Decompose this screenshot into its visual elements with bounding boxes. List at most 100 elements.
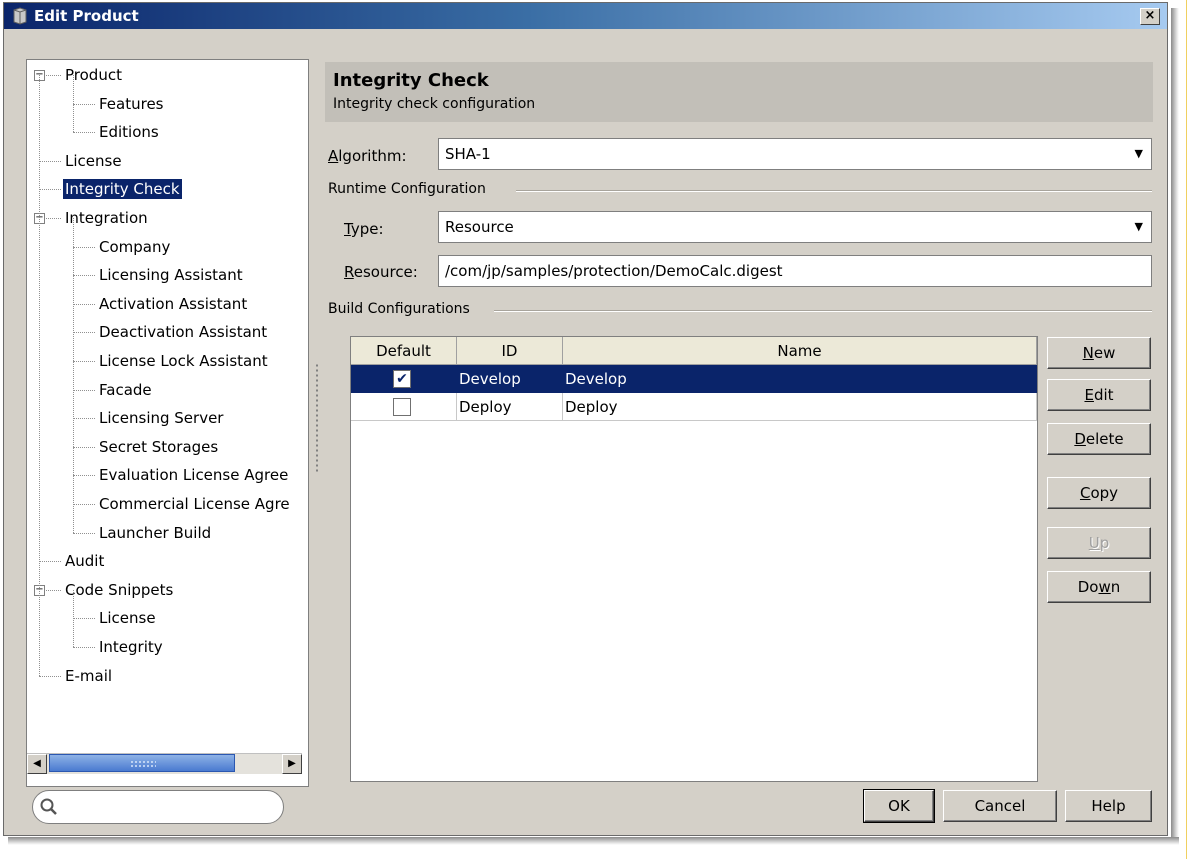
up-button[interactable]: Up [1047, 527, 1151, 559]
close-button[interactable]: × [1140, 8, 1160, 25]
product-icon [13, 7, 27, 25]
tree-item[interactable]: Editions [97, 118, 161, 146]
tree-connector [39, 160, 61, 162]
tree-connector [73, 246, 95, 248]
id-cell: Deploy [457, 393, 563, 421]
tree-item-label: Licensing Assistant [99, 266, 243, 285]
tree-connector [73, 475, 95, 477]
type-combo[interactable]: Resource ▼ [438, 211, 1152, 243]
title-bar[interactable]: Edit Product × [4, 3, 1167, 29]
tree-connector [73, 532, 95, 534]
tree-item-label: E-mail [65, 666, 113, 685]
tree-item[interactable]: Integrity Check [63, 175, 182, 203]
splitter-handle[interactable] [315, 363, 319, 473]
column-header-id[interactable]: ID [457, 337, 563, 365]
chevron-down-icon: ▼ [1134, 147, 1143, 160]
resource-field[interactable]: /com/jp/samples/protection/DemoCalc.dige… [438, 255, 1152, 287]
tree-item-label: License [65, 151, 122, 170]
tree-item[interactable]: Company [97, 233, 172, 261]
tree-horizontal-scrollbar[interactable]: ◀ ▶ [27, 753, 302, 774]
tree-connector [39, 189, 61, 191]
runtime-group-label: Runtime Configuration [328, 181, 486, 197]
cancel-button[interactable]: Cancel [943, 790, 1057, 822]
column-header-default[interactable]: Default [351, 337, 457, 365]
algorithm-value: SHA-1 [445, 145, 491, 163]
tree-item-label: Code Snippets [65, 580, 174, 599]
resource-value: /com/jp/samples/protection/DemoCalc.dige… [445, 262, 783, 280]
tree-connector [73, 389, 95, 391]
window-title: Edit Product [34, 7, 139, 25]
tree-item-label: Integrity Check [63, 179, 182, 200]
tree-item[interactable]: Deactivation Assistant [97, 318, 269, 346]
tree-item[interactable]: Integration [63, 204, 150, 232]
window-shadow-right [1171, 8, 1179, 841]
tree-connector [73, 332, 95, 334]
copy-button[interactable]: Copy [1047, 477, 1151, 509]
tree-search-field[interactable] [32, 790, 284, 824]
tree-item[interactable]: Licensing Assistant [97, 261, 245, 289]
tree-connector [73, 103, 95, 105]
page-header: Integrity Check Integrity check configur… [325, 62, 1153, 122]
page-subtitle: Integrity check configuration [333, 96, 536, 112]
edit-button[interactable]: Edit [1047, 379, 1151, 411]
down-button[interactable]: Down [1047, 571, 1151, 603]
tree-item[interactable]: License Lock Assistant [97, 347, 270, 375]
tree-connector [73, 218, 74, 533]
page-title: Integrity Check [333, 70, 489, 91]
tree-item[interactable]: License [63, 147, 124, 175]
tree-item[interactable]: Audit [63, 547, 106, 575]
scroll-left-icon[interactable]: ◀ [27, 754, 47, 774]
tree-connector [73, 589, 74, 647]
new-button[interactable]: New [1047, 337, 1151, 369]
ok-button[interactable]: OK [863, 789, 935, 823]
algorithm-label: Algorithm: [328, 147, 407, 165]
tree-item[interactable]: Licensing Server [97, 404, 225, 432]
default-checkbox[interactable]: ✔ [393, 370, 411, 388]
delete-button[interactable]: Delete [1047, 423, 1151, 455]
tree-connector [73, 132, 95, 134]
help-button[interactable]: Help [1065, 790, 1152, 822]
default-cell: ✔ [351, 365, 457, 393]
tree-item-label: Integration [65, 209, 148, 227]
tree-item[interactable]: Commercial License Agre [97, 490, 292, 518]
tree-item[interactable]: Code Snippets [63, 576, 175, 604]
tree-item[interactable]: License [97, 604, 158, 632]
name-cell: Develop [563, 365, 1037, 393]
build-group-label: Build Configurations [328, 301, 470, 317]
build-configurations-table[interactable]: Default ID Name ✔ Develop Develop Deploy… [350, 336, 1038, 782]
tree-item-label: Licensing Server [99, 409, 224, 428]
tree-item[interactable]: Secret Storages [97, 433, 220, 461]
tree-item[interactable]: Evaluation License Agree [97, 461, 290, 489]
tree-item-label: License [99, 609, 156, 628]
tree-item-label: Audit [65, 552, 105, 571]
tree-connector [39, 561, 61, 563]
tree-item[interactable]: E-mail [63, 662, 114, 690]
tree-item-label: Deactivation Assistant [99, 323, 268, 342]
column-header-name[interactable]: Name [563, 337, 1037, 365]
window-shadow-bottom [8, 837, 1179, 845]
table-row[interactable]: Deploy Deploy [351, 393, 1037, 421]
scroll-thumb[interactable] [49, 754, 235, 772]
tree-item-label: Evaluation License Agree [99, 466, 289, 485]
algorithm-combo[interactable]: SHA-1 ▼ [438, 138, 1152, 170]
default-checkbox[interactable] [393, 398, 411, 416]
tree-item[interactable]: Launcher Build [97, 519, 213, 547]
tree-connector [73, 504, 95, 505]
tree-item[interactable]: Facade [97, 376, 154, 404]
edit-product-dialog: Edit Product × Product − Features Editions L… [3, 2, 1168, 836]
tree-item[interactable]: Activation Assistant [97, 290, 249, 318]
scroll-right-icon[interactable]: ▶ [282, 754, 302, 774]
table-row[interactable]: ✔ Develop Develop [351, 365, 1037, 393]
tree-item[interactable]: Integrity [97, 633, 165, 661]
tree-connector [39, 675, 61, 677]
tree-item[interactable]: Features [97, 90, 166, 118]
tree-connector [73, 303, 95, 305]
type-value: Resource [445, 218, 514, 236]
scroll-grip [130, 760, 156, 768]
tree-connector [73, 361, 95, 362]
tree-connector [73, 618, 95, 620]
tree-item-label: License Lock Assistant [99, 352, 268, 370]
product-tree[interactable]: Product − Features Editions License Integrity… [26, 59, 309, 787]
tree-item-label: Secret Storages [99, 437, 219, 456]
name-cell: Deploy [563, 393, 1037, 421]
